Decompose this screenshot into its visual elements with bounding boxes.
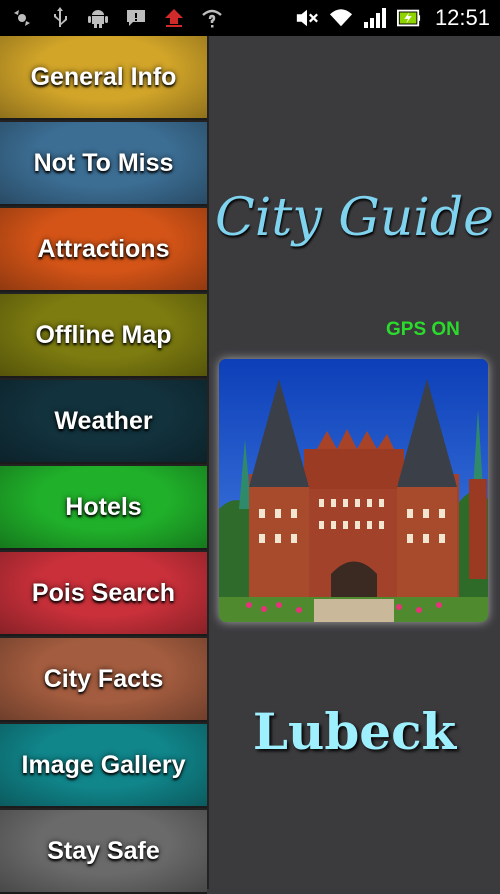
menu-item-label: Attractions [37,234,170,263]
side-menu: General Info Not To Miss Attractions Offlin… [0,36,209,894]
menu-item-label: Hotels [65,492,142,521]
wifi-question-icon [200,6,224,30]
clock: 12:51 [434,5,490,30]
sms-icon [124,6,148,30]
menu-item-pois-search[interactable]: Pois Search [0,552,207,636]
menu-item-offline-map[interactable]: Offline Map [0,294,207,378]
notification-icons [10,6,224,30]
menu-item-label: Weather [54,406,153,435]
main-panel: City Guide GPS ON Lubeck [209,36,500,889]
usb-icon [48,6,72,30]
city-photo[interactable] [219,359,488,622]
signal-icon [363,6,387,30]
system-icons: 12:51 [295,5,490,31]
menu-item-label: Offline Map [35,320,172,349]
city-name: Lubeck [252,702,457,761]
gps-icon [10,6,34,30]
menu-item-attractions[interactable]: Attractions [0,208,207,292]
menu-item-general-info[interactable]: General Info [0,36,207,120]
menu-item-label: Not To Miss [33,148,174,177]
menu-item-label: General Info [30,62,177,91]
menu-item-hotels[interactable]: Hotels [0,466,207,550]
menu-item-weather[interactable]: Weather [0,380,207,464]
menu-item-label: Pois Search [31,578,176,607]
menu-item-label: Stay Safe [47,836,160,865]
app-title: City Guide [215,188,494,248]
mute-icon [295,6,319,30]
menu-item-stay-safe[interactable]: Stay Safe [0,810,207,894]
menu-item-city-facts[interactable]: City Facts [0,638,207,722]
menu-item-image-gallery[interactable]: Image Gallery [0,724,207,808]
wifi-icon [329,6,353,30]
menu-item-label: Image Gallery [21,750,186,779]
upload-icon [162,6,186,30]
menu-item-label: City Facts [43,664,164,693]
android-icon [86,6,110,30]
menu-item-not-to-miss[interactable]: Not To Miss [0,122,207,206]
gps-status: GPS ON [386,319,460,340]
battery-charging-icon [396,6,421,30]
status-bar: 12:51 [0,0,500,36]
